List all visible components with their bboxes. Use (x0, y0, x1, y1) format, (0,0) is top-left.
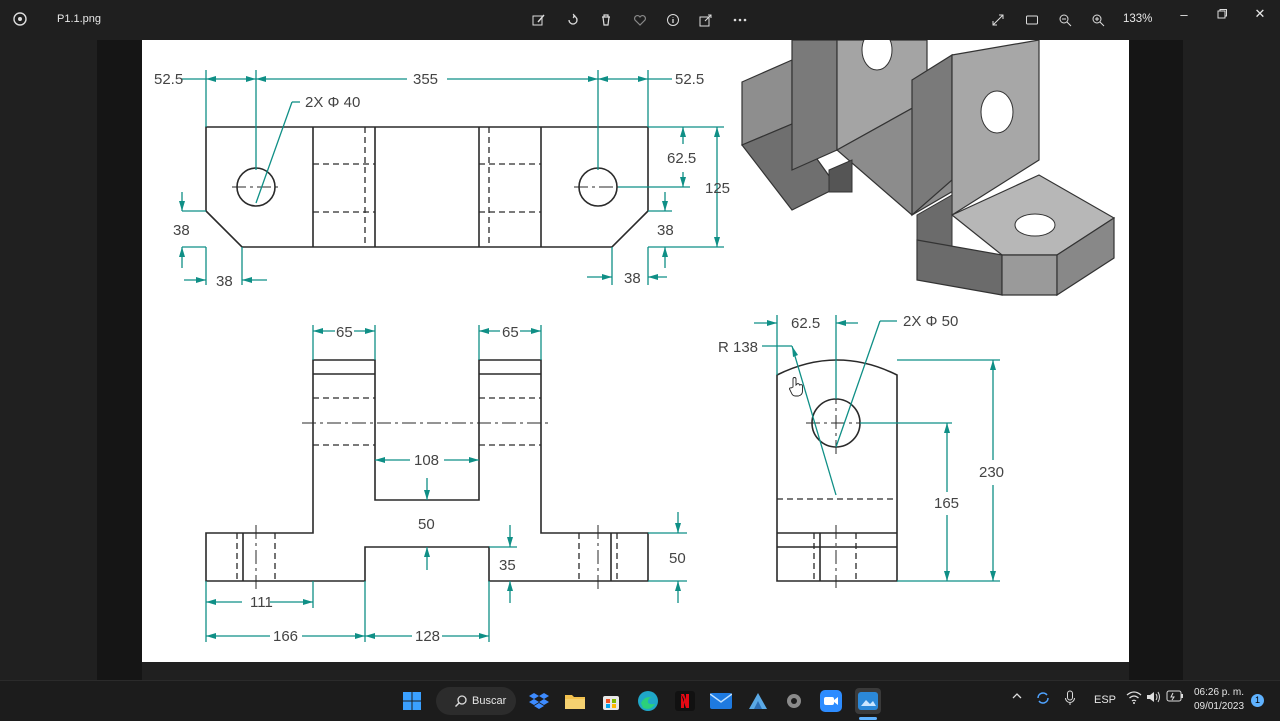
search-icon (455, 695, 467, 707)
file-name: P1.1.png (57, 13, 102, 25)
zoom-out-icon[interactable] (1055, 10, 1075, 30)
hole-callout-top: 2X Φ 40 (305, 94, 360, 111)
dropbox-icon[interactable] (526, 688, 552, 714)
zoom-in-icon[interactable] (1088, 10, 1108, 30)
clock-date: 09/01/2023 (1193, 701, 1245, 712)
delete-icon[interactable] (596, 10, 616, 30)
photos-app-taskbar-icon[interactable] (855, 688, 881, 714)
dim-35: 35 (499, 557, 516, 574)
dim-62-5-side: 62.5 (791, 315, 820, 332)
dim-125: 125 (705, 180, 730, 197)
dim-38-left-vertical: 38 (173, 222, 190, 239)
volume-icon[interactable] (1146, 690, 1162, 707)
dim-108: 108 (414, 452, 439, 469)
favorite-icon[interactable] (630, 10, 650, 30)
hand-cursor-icon (789, 377, 803, 397)
minimize-button[interactable]: – (1166, 0, 1202, 28)
dim-38-right-horizontal: 38 (624, 270, 641, 287)
dim-50-middle: 50 (418, 516, 435, 533)
netflix-icon[interactable] (672, 688, 698, 714)
hole-callout-side: 2X Φ 50 (903, 313, 958, 330)
photos-app-icon (13, 12, 27, 26)
dim-38-right-vertical: 38 (657, 222, 674, 239)
start-button[interactable] (399, 688, 425, 714)
expand-icon[interactable] (988, 10, 1008, 30)
edge-browser-icon[interactable] (635, 688, 661, 714)
minimize-icon: – (1180, 6, 1188, 22)
dim-52-5-left: 52.5 (154, 71, 183, 88)
top-view: 52.5 355 52.5 2X Φ 40 62.5 125 38 38 38 … (154, 70, 730, 290)
mail-icon[interactable] (708, 688, 734, 714)
settings-icon[interactable] (781, 688, 807, 714)
microsoft-store-icon[interactable] (598, 688, 624, 714)
wifi-icon[interactable] (1126, 690, 1142, 707)
dim-128: 128 (415, 628, 440, 645)
taskbar: Buscar ESP 06:26 p. m. 09/01/2023 1 (0, 680, 1280, 721)
dim-166: 166 (273, 628, 298, 645)
dim-52-5-right: 52.5 (675, 71, 704, 88)
maximize-button[interactable] (1204, 0, 1240, 28)
clock-time: 06:26 p. m. (1193, 687, 1245, 698)
technical-drawing: 52.5 355 52.5 2X Φ 40 62.5 125 38 38 38 … (154, 40, 1116, 645)
left-margin (97, 40, 142, 680)
chevron-up-icon[interactable] (1011, 690, 1023, 705)
dim-65-left: 65 (336, 324, 353, 341)
drawing-image[interactable]: 52.5 355 52.5 2X Φ 40 62.5 125 38 38 38 … (142, 40, 1129, 662)
info-icon[interactable] (663, 10, 683, 30)
windows-icon (403, 692, 421, 710)
close-button[interactable]: ✕ (1242, 0, 1278, 28)
file-explorer-icon[interactable] (562, 688, 588, 714)
restore-icon (1217, 9, 1227, 19)
clock[interactable]: 06:26 p. m. 09/01/2023 (1188, 686, 1250, 714)
sync-icon[interactable] (1035, 690, 1051, 709)
edit-icon[interactable] (529, 10, 549, 30)
search-box[interactable]: Buscar (436, 687, 516, 715)
dim-62-5-top: 62.5 (667, 150, 696, 167)
rotate-icon[interactable] (563, 10, 583, 30)
dim-355: 355 (413, 71, 438, 88)
dim-165: 165 (934, 495, 959, 512)
more-icon[interactable] (730, 10, 750, 30)
microphone-icon[interactable] (1064, 690, 1076, 709)
dim-230: 230 (979, 464, 1004, 481)
zoom-meetings-icon[interactable] (818, 688, 844, 714)
title-bar: P1.1.png 133% – ✕ (0, 0, 1280, 40)
battery-icon[interactable] (1166, 690, 1184, 705)
language-indicator[interactable]: ESP (1094, 694, 1116, 706)
app-icon[interactable] (745, 688, 771, 714)
radius-label: R 138 (718, 339, 758, 356)
dim-111: 111 (250, 594, 273, 611)
crop-icon[interactable] (1022, 10, 1042, 30)
notification-badge[interactable]: 1 (1251, 694, 1264, 707)
zoom-level[interactable]: 133% (1123, 13, 1152, 25)
search-label: Buscar (472, 695, 507, 707)
dim-50-right: 50 (669, 550, 686, 567)
share-icon[interactable] (696, 10, 716, 30)
close-icon: ✕ (1254, 6, 1266, 21)
dim-65-right: 65 (502, 324, 519, 341)
right-margin (1129, 40, 1183, 680)
side-view: 62.5 2X Φ 50 R 138 230 165 (718, 313, 1004, 588)
dim-38-left-horizontal: 38 (216, 273, 233, 290)
front-view: 65 65 108 50 35 50 111 166 128 (205, 324, 687, 645)
isometric-view (741, 40, 1116, 297)
